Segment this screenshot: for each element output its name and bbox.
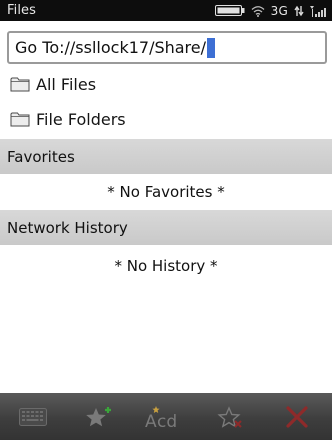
delete-favorite-icon [216,404,246,430]
rename-icon: A cd [143,404,187,430]
close-button[interactable] [264,393,330,440]
text-cursor [207,37,216,58]
list-item-label: All Files [36,74,97,94]
history-empty-text: * No History * [114,257,218,275]
favorites-section-header: Favorites [0,139,332,174]
battery-icon [214,5,245,16]
signal-icon [310,5,326,17]
close-icon [285,405,309,428]
favorites-empty-text: * No Favorites * [107,183,225,201]
goto-address-text: Go To://ssllock17/Share/ [15,38,207,57]
add-favorite-icon [84,404,114,430]
app-title: Files [7,3,37,18]
svg-text:A: A [145,412,157,430]
bottom-toolbar: A cd [0,393,332,440]
status-icons: 3G [214,3,326,18]
svg-text:cd: cd [157,412,177,430]
folder-icon [10,111,30,127]
status-bar: Files 3G [0,0,332,21]
add-favorite-button[interactable] [66,393,132,440]
data-transfer-icon [294,5,304,17]
keyboard-icon [19,407,47,426]
folder-icon [10,76,30,92]
list-item-file-folders[interactable]: File Folders [10,106,126,132]
list-item-label: File Folders [36,109,126,129]
network-type-label: 3G [270,3,288,18]
list-item-all-files[interactable]: All Files [10,71,96,97]
goto-address-field[interactable]: Go To://ssllock17/Share/ [7,31,327,64]
delete-favorite-button[interactable] [198,393,264,440]
keyboard-button[interactable] [0,393,66,440]
rename-favorite-button[interactable]: A cd [132,393,198,440]
history-section-header: Network History [0,210,332,245]
wifi-icon [251,5,265,17]
